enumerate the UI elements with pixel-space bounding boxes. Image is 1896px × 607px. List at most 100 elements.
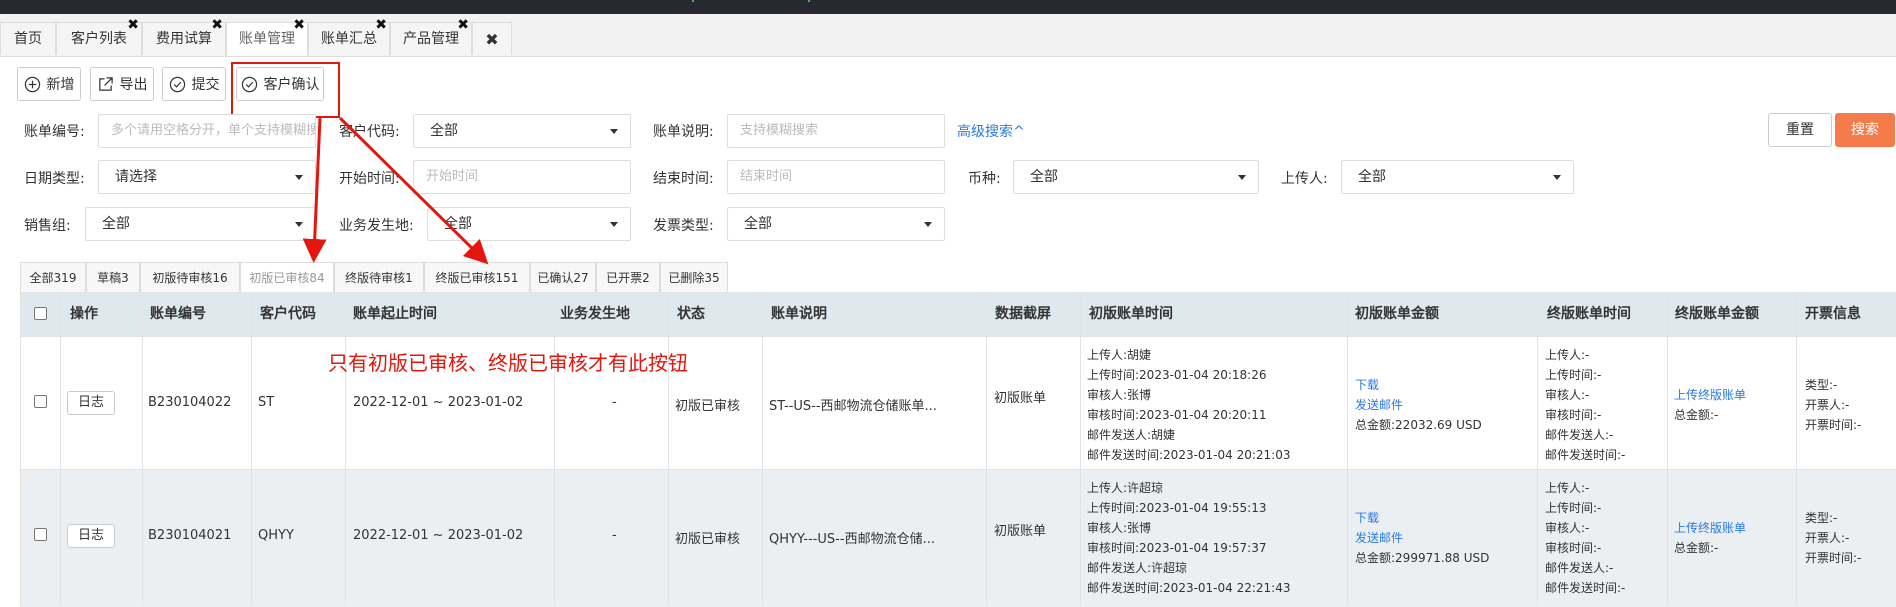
tab-close-icon[interactable]: ✖ bbox=[457, 15, 469, 35]
tab-close-icon[interactable]: ✖ bbox=[127, 15, 139, 35]
tab-customer-list[interactable]: 客户列表 ✖ bbox=[56, 17, 142, 55]
customer-cell: QHYY bbox=[258, 528, 294, 543]
header-status: 状态 bbox=[677, 306, 705, 322]
currency-value: 全部 bbox=[1030, 169, 1058, 185]
first-mail-sender: 邮件发送人:胡婕 bbox=[1087, 428, 1176, 442]
log-button[interactable]: 日志 bbox=[67, 524, 115, 548]
row-checkbox[interactable] bbox=[34, 528, 47, 541]
select-all-checkbox[interactable] bbox=[34, 307, 47, 320]
bill-desc-cell: QHYY---US--西邮物流仓储... bbox=[769, 532, 935, 547]
tab-close-icon[interactable]: ✖ bbox=[211, 15, 223, 35]
annotation-text: 只有初版已审核、终版已审核才有此按钮 bbox=[328, 351, 688, 375]
chevron-down-icon bbox=[610, 222, 618, 227]
start-time-placeholder: 开始时间 bbox=[426, 169, 479, 184]
customer-code-select[interactable]: 全部 bbox=[413, 114, 631, 148]
tab-label: 账单汇总 bbox=[321, 31, 377, 47]
reset-button[interactable]: 重置 bbox=[1768, 113, 1832, 147]
export-button[interactable]: 导出 bbox=[90, 67, 154, 101]
header-biz-place: 业务发生地 bbox=[560, 306, 630, 322]
first-bill-screenshot-link[interactable]: 初版账单 bbox=[994, 387, 1046, 406]
bill-desc-cell: ST--US--西邮物流仓储账单... bbox=[769, 399, 937, 414]
final-bill-time-info: 上传人:- 上传时间:- 审核人:- 审核时间:- 邮件发送人:- 邮件发送时间… bbox=[1545, 478, 1625, 598]
chevron-down-icon bbox=[295, 175, 303, 180]
status-tab-draft[interactable]: 草稿3 bbox=[86, 262, 140, 292]
tab-home[interactable]: 首页 bbox=[0, 22, 56, 55]
upload-final-bill-link[interactable]: 上传终版账单 bbox=[1674, 385, 1746, 405]
end-time-input[interactable]: 结束时间 bbox=[727, 160, 945, 194]
sales-group-select[interactable]: 全部 bbox=[85, 207, 316, 241]
bill-desc-placeholder: 支持模糊搜索 bbox=[740, 123, 819, 138]
table-header: 操作 账单编号 客户代码 账单起止时间 业务发生地 状态 账单说明 数据截屏 初… bbox=[20, 292, 1896, 336]
status-tab-invoiced[interactable]: 已开票2 bbox=[596, 262, 660, 292]
bill-no-input[interactable]: 多个请用空格分开，单个支持模糊搜索 bbox=[98, 114, 316, 148]
date-type-select[interactable]: 请选择 bbox=[98, 160, 316, 194]
invoice-type: 类型:- bbox=[1805, 378, 1838, 392]
currency-select[interactable]: 全部 bbox=[1013, 160, 1259, 194]
period-cell: 2022-12-01 ~ 2023-01-02 bbox=[353, 395, 524, 410]
first-bill-amount-info: 下载 发送邮件 总金额:299971.88 USD bbox=[1355, 508, 1489, 568]
send-mail-link[interactable]: 发送邮件 bbox=[1355, 528, 1489, 548]
invoice-type-select[interactable]: 全部 bbox=[727, 207, 945, 241]
uploader-select[interactable]: 全部 bbox=[1341, 160, 1574, 194]
invoice-issuer: 开票人:- bbox=[1805, 398, 1850, 412]
status-tab-deleted[interactable]: 已删除35 bbox=[660, 262, 728, 292]
status-tab-label: 终版待审核1 bbox=[345, 271, 413, 285]
status-tab-confirmed[interactable]: 已确认27 bbox=[530, 262, 596, 292]
status-tab-label: 已开票2 bbox=[606, 271, 650, 285]
close-all-tabs-button[interactable]: ✖ bbox=[472, 22, 512, 55]
tab-close-icon[interactable]: ✖ bbox=[293, 15, 305, 35]
header-final-amount: 终版账单金额 bbox=[1675, 306, 1759, 322]
send-mail-link[interactable]: 发送邮件 bbox=[1355, 395, 1482, 415]
submit-button[interactable]: 提交 bbox=[162, 67, 226, 101]
first-reviewer: 审核人:张博 bbox=[1087, 388, 1152, 402]
first-mail-time: 邮件发送时间:2023-01-04 22:21:43 bbox=[1087, 581, 1291, 595]
search-button[interactable]: 搜索 bbox=[1835, 113, 1895, 147]
status-tab-first-approved[interactable]: 初版已审核84 bbox=[240, 262, 334, 292]
status-tab-final-approved[interactable]: 终版已审核151 bbox=[424, 262, 530, 292]
invoice-type-value: 全部 bbox=[744, 216, 772, 232]
final-total-amount: 总金额:- bbox=[1674, 408, 1719, 422]
bill-no-placeholder: 多个请用空格分开，单个支持模糊搜索 bbox=[111, 123, 316, 138]
bill-no-cell: B230104021 bbox=[148, 528, 232, 543]
tab-bill-summary[interactable]: 账单汇总 ✖ bbox=[308, 17, 390, 55]
status-tab-label: 草稿3 bbox=[97, 271, 129, 285]
bill-desc-input[interactable]: 支持模糊搜索 bbox=[727, 114, 945, 148]
column-divider bbox=[1667, 292, 1668, 606]
advanced-search-link[interactable]: 高级搜索^ bbox=[957, 121, 1025, 141]
tab-bill-management[interactable]: 账单管理 ✖ bbox=[226, 17, 308, 56]
invoice-type: 类型:- bbox=[1805, 511, 1838, 525]
final-reviewer: 审核人:- bbox=[1545, 521, 1590, 535]
tab-close-icon[interactable]: ✖ bbox=[375, 15, 387, 35]
invoice-time: 开票时间:- bbox=[1805, 418, 1862, 432]
upload-final-bill-link[interactable]: 上传终版账单 bbox=[1674, 518, 1746, 538]
biz-place-select[interactable]: 全部 bbox=[427, 207, 631, 241]
status-tab-all[interactable]: 全部319 bbox=[20, 262, 86, 292]
highlight-box bbox=[231, 62, 340, 118]
status-tab-label: 终版已审核151 bbox=[435, 271, 519, 285]
status-tab-label: 已确认27 bbox=[537, 271, 589, 285]
add-button[interactable]: 新增 bbox=[17, 67, 81, 101]
tab-fee-calc[interactable]: 费用试算 ✖ bbox=[142, 17, 226, 55]
log-button[interactable]: 日志 bbox=[67, 391, 115, 415]
table-left-border bbox=[20, 292, 21, 606]
first-bill-screenshot-link[interactable]: 初版账单 bbox=[994, 520, 1046, 539]
check-circle-icon bbox=[169, 76, 185, 92]
status-cell: 初版已审核 bbox=[675, 399, 741, 414]
customer-code-label: 客户代码: bbox=[339, 124, 400, 140]
status-tab-final-pending[interactable]: 终版待审核1 bbox=[334, 262, 424, 292]
status-cell: 初版已审核 bbox=[675, 532, 741, 547]
search-label: 搜索 bbox=[1851, 122, 1879, 138]
first-uploader: 上传人:胡婕 bbox=[1087, 348, 1152, 362]
column-divider bbox=[1080, 292, 1081, 606]
download-link[interactable]: 下载 bbox=[1355, 375, 1482, 395]
table-row: 日志 B230104021 QHYY 2022-12-01 ~ 2023-01-… bbox=[20, 469, 1896, 607]
tab-product-management[interactable]: 产品管理 ✖ bbox=[390, 17, 472, 55]
start-time-input[interactable]: 开始时间 bbox=[413, 160, 631, 194]
row-checkbox[interactable] bbox=[34, 395, 47, 408]
close-all-icon: ✖ bbox=[485, 30, 499, 49]
first-uploader: 上传人:许超琼 bbox=[1087, 481, 1164, 495]
download-link[interactable]: 下载 bbox=[1355, 508, 1489, 528]
status-tab-first-pending[interactable]: 初版待审核16 bbox=[140, 262, 240, 292]
top-bar-mark bbox=[692, 0, 694, 2]
final-mail-sender: 邮件发送人:- bbox=[1545, 561, 1614, 575]
